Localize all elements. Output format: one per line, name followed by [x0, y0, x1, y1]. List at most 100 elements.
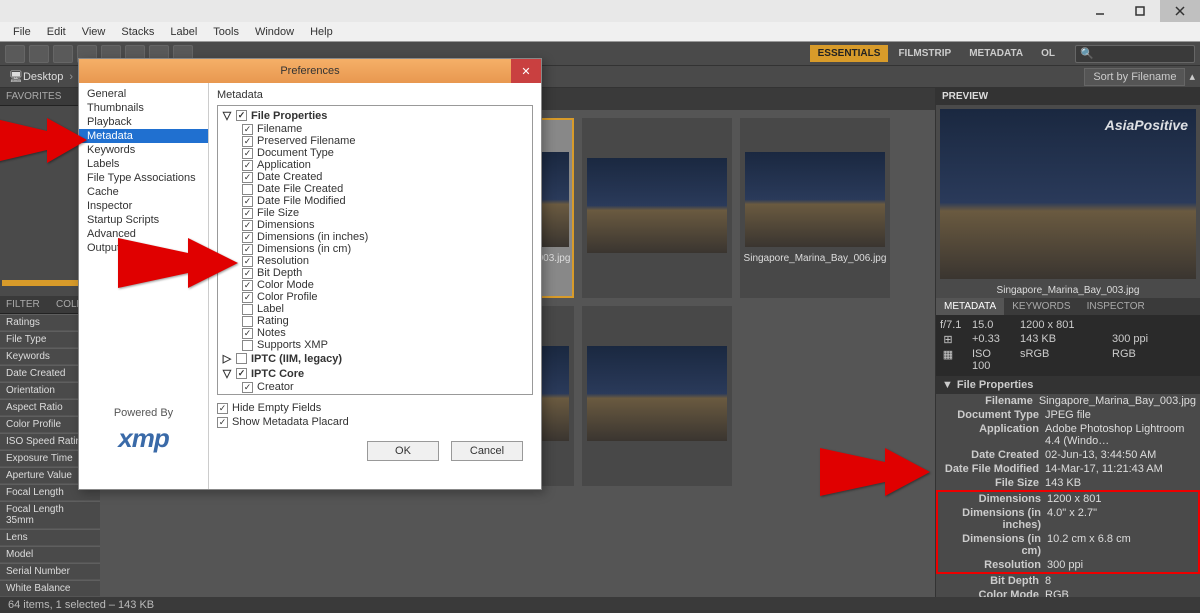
- sort-asc-icon[interactable]: ▴: [1189, 70, 1195, 83]
- metadata-field-checkbox[interactable]: Dimensions: [220, 219, 530, 231]
- dialog-close-button[interactable]: ✕: [511, 59, 541, 83]
- reveal-button[interactable]: [53, 45, 73, 63]
- pref-category-file-type-associations[interactable]: File Type Associations: [79, 171, 208, 185]
- nav-back-button[interactable]: [5, 45, 25, 63]
- menu-help[interactable]: Help: [302, 26, 341, 38]
- sort-button[interactable]: Sort by Filename: [1084, 68, 1185, 86]
- metadata-field-checkbox[interactable]: Color Mode: [220, 279, 530, 291]
- group-iptc-core[interactable]: ▽IPTC Core: [220, 366, 530, 381]
- metadata-field-checkbox[interactable]: Preserved Filename: [220, 135, 530, 147]
- iso-icon: ▦: [940, 348, 956, 372]
- checkbox-icon[interactable]: [242, 124, 253, 135]
- metadata-field-checkbox[interactable]: Color Profile: [220, 291, 530, 303]
- filter-serial[interactable]: Serial Number: [0, 563, 100, 580]
- dialog-titlebar[interactable]: Preferences ✕: [79, 59, 541, 83]
- metadata-field-checkbox[interactable]: Resolution: [220, 255, 530, 267]
- menu-file[interactable]: File: [5, 26, 39, 38]
- metadata-field-checkbox[interactable]: Date File Created: [220, 183, 530, 195]
- checkbox-icon[interactable]: [242, 244, 253, 255]
- nav-forward-button[interactable]: [29, 45, 49, 63]
- menu-tools[interactable]: Tools: [205, 26, 247, 38]
- checkbox-icon[interactable]: [236, 110, 247, 121]
- pref-category-inspector[interactable]: Inspector: [79, 199, 208, 213]
- checkbox-icon[interactable]: [242, 292, 253, 303]
- checkbox-icon[interactable]: [242, 220, 253, 231]
- thumbnail[interactable]: [582, 118, 732, 298]
- cancel-button[interactable]: Cancel: [451, 441, 523, 461]
- checkbox-icon[interactable]: [242, 172, 253, 183]
- checkbox-icon[interactable]: [242, 208, 253, 219]
- metadata-field-checkbox[interactable]: Date File Modified: [220, 195, 530, 207]
- metadata-field-checkbox[interactable]: Creator: [220, 381, 530, 393]
- metadata-field-checkbox[interactable]: File Size: [220, 207, 530, 219]
- pref-category-playback[interactable]: Playback: [79, 115, 208, 129]
- minimize-button[interactable]: [1080, 0, 1120, 22]
- metadata-field-checkbox[interactable]: Date Created: [220, 171, 530, 183]
- ok-button[interactable]: OK: [367, 441, 439, 461]
- metadata-field-checkbox[interactable]: Supports XMP: [220, 339, 530, 351]
- pref-category-keywords[interactable]: Keywords: [79, 143, 208, 157]
- checkbox-icon[interactable]: [242, 268, 253, 279]
- file-properties-header[interactable]: ▼File Properties: [936, 376, 1200, 394]
- metadata-field-checkbox[interactable]: Dimensions (in cm): [220, 243, 530, 255]
- menu-label[interactable]: Label: [162, 26, 205, 38]
- checkbox-icon[interactable]: [242, 256, 253, 267]
- checkbox-icon[interactable]: [242, 328, 253, 339]
- pref-category-startup-scripts[interactable]: Startup Scripts: [79, 213, 208, 227]
- menu-edit[interactable]: Edit: [39, 26, 74, 38]
- workspace-metadata[interactable]: METADATA: [961, 45, 1031, 62]
- checkbox-icon[interactable]: [242, 136, 253, 147]
- filter-tab[interactable]: FILTER: [0, 296, 50, 314]
- checkbox-icon[interactable]: [242, 304, 253, 315]
- close-button[interactable]: [1160, 0, 1200, 22]
- metadata-field-checkbox[interactable]: Rating: [220, 315, 530, 327]
- metadata-field-checkbox[interactable]: Bit Depth: [220, 267, 530, 279]
- checkbox-icon[interactable]: [242, 196, 253, 207]
- menu-stacks[interactable]: Stacks: [113, 26, 162, 38]
- workspace-essentials[interactable]: ESSENTIALS: [810, 45, 889, 62]
- checkbox-icon[interactable]: [242, 382, 253, 393]
- workspace-ol[interactable]: OL: [1033, 45, 1063, 62]
- checkbox-icon[interactable]: [242, 160, 253, 171]
- tab-metadata[interactable]: METADATA: [936, 298, 1004, 315]
- metadata-field-checkbox[interactable]: Filename: [220, 123, 530, 135]
- tab-inspector[interactable]: INSPECTOR: [1079, 298, 1153, 315]
- filter-lens[interactable]: Lens: [0, 529, 100, 546]
- checkbox-icon[interactable]: [242, 340, 253, 351]
- dimensions-value: 1200 x 801: [1020, 319, 1104, 331]
- checkbox-icon[interactable]: [242, 316, 253, 327]
- checkbox-icon[interactable]: [242, 232, 253, 243]
- pref-category-thumbnails[interactable]: Thumbnails: [79, 101, 208, 115]
- maximize-button[interactable]: [1120, 0, 1160, 22]
- show-placard-checkbox[interactable]: Show Metadata Placard: [217, 415, 533, 429]
- filter-focal35[interactable]: Focal Length 35mm: [0, 501, 100, 529]
- metadata-field-checkbox[interactable]: Notes: [220, 327, 530, 339]
- group-file-properties[interactable]: ▽File Properties: [220, 108, 530, 123]
- workspace-filmstrip[interactable]: FILMSTRIP: [890, 45, 959, 62]
- metadata-fields-list[interactable]: ▽File Properties FilenamePreserved Filen…: [217, 105, 533, 395]
- pref-category-general[interactable]: General: [79, 87, 208, 101]
- pref-category-cache[interactable]: Cache: [79, 185, 208, 199]
- tab-keywords[interactable]: KEYWORDS: [1004, 298, 1078, 315]
- path-desktop[interactable]: 🖥 Desktop: [5, 70, 67, 83]
- thumbnail[interactable]: Singapore_Marina_Bay_006.jpg: [740, 118, 890, 298]
- metadata-field-checkbox[interactable]: Document Type: [220, 147, 530, 159]
- filter-model[interactable]: Model: [0, 546, 100, 563]
- metadata-field-checkbox[interactable]: Application: [220, 159, 530, 171]
- metadata-field-checkbox[interactable]: Dimensions (in inches): [220, 231, 530, 243]
- thumbnail[interactable]: [582, 306, 732, 486]
- checkbox-icon[interactable]: [236, 353, 247, 364]
- menu-window[interactable]: Window: [247, 26, 302, 38]
- checkbox-icon[interactable]: [236, 368, 247, 379]
- hide-empty-checkbox[interactable]: Hide Empty Fields: [217, 401, 533, 415]
- group-iptc-legacy[interactable]: ▷IPTC (IIM, legacy): [220, 351, 530, 366]
- menu-view[interactable]: View: [74, 26, 114, 38]
- checkbox-icon[interactable]: [242, 280, 253, 291]
- pref-category-metadata[interactable]: Metadata: [79, 129, 208, 143]
- filter-wb[interactable]: White Balance: [0, 580, 100, 597]
- search-input[interactable]: 🔍: [1075, 45, 1195, 63]
- metadata-field-checkbox[interactable]: Label: [220, 303, 530, 315]
- checkbox-icon[interactable]: [242, 148, 253, 159]
- checkbox-icon[interactable]: [242, 184, 253, 195]
- pref-category-labels[interactable]: Labels: [79, 157, 208, 171]
